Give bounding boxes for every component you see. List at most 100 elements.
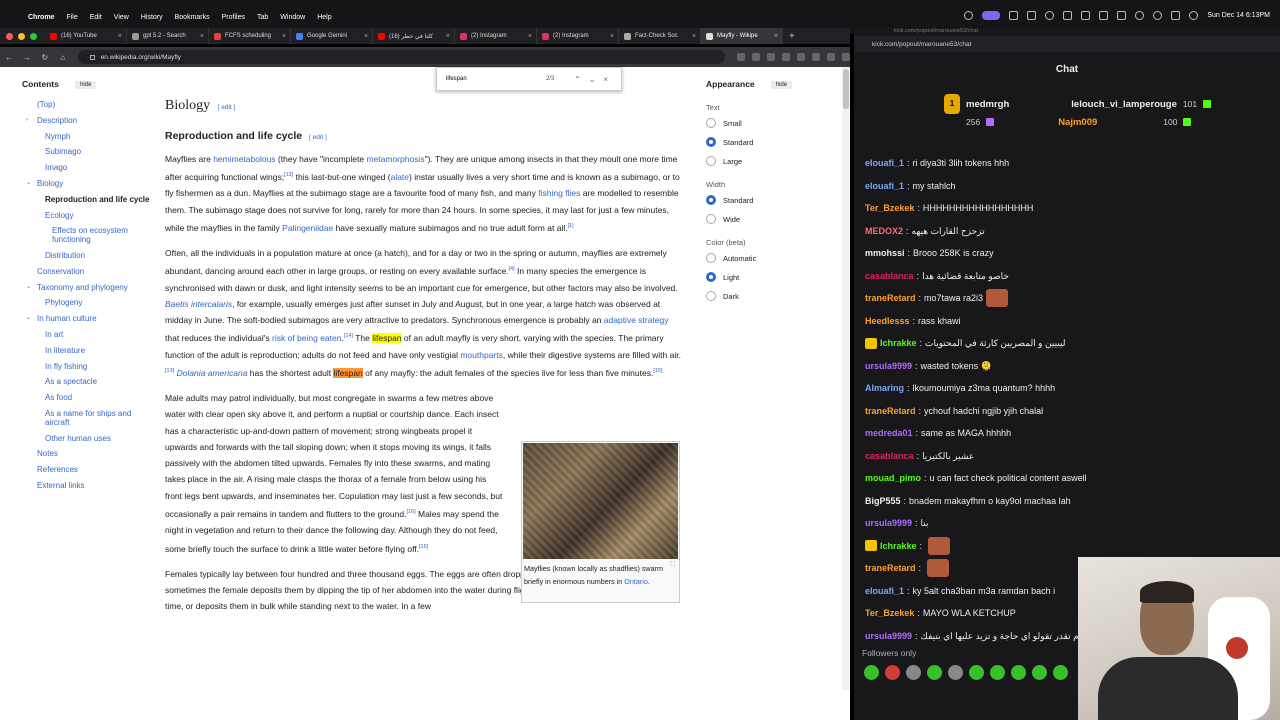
- radio-large[interactable]: Large: [706, 156, 836, 167]
- chat-username[interactable]: Ter_Bzekek: [865, 606, 914, 620]
- status-icon[interactable]: [1045, 11, 1055, 20]
- chat-username[interactable]: casablanca: [865, 449, 914, 463]
- toc-item[interactable]: As a spectacle: [22, 377, 152, 387]
- tab-close-icon[interactable]: ×: [692, 33, 696, 40]
- tab-close-icon[interactable]: ×: [282, 33, 286, 40]
- toc-item[interactable]: ⌄ Biology: [22, 179, 152, 189]
- home-icon[interactable]: ⌂: [54, 53, 72, 62]
- scroll-thumb[interactable]: [843, 69, 849, 109]
- toc-item[interactable]: In literature: [22, 346, 152, 356]
- wifi-icon[interactable]: [1135, 11, 1145, 20]
- menu-bookmarks[interactable]: Bookmarks: [175, 14, 210, 21]
- radio-icon[interactable]: [706, 137, 716, 148]
- emote-icon[interactable]: [1011, 665, 1026, 680]
- status-icon[interactable]: [1099, 11, 1109, 20]
- toc-item[interactable]: Conservation: [22, 267, 152, 277]
- extension-icon[interactable]: [781, 53, 790, 61]
- radio-small[interactable]: Small: [706, 118, 836, 129]
- new-tab-button[interactable]: +: [789, 31, 795, 42]
- toc-item[interactable]: (Top): [22, 100, 152, 110]
- browser-tab[interactable]: (2) Instagram ×: [537, 28, 619, 44]
- search-icon[interactable]: [1153, 11, 1163, 20]
- chat-username[interactable]: elouafi_1: [865, 156, 904, 170]
- tab-close-icon[interactable]: ×: [528, 33, 532, 40]
- browser-tab[interactable]: (16) YouTube ×: [45, 28, 127, 44]
- find-next-icon[interactable]: ⌄: [589, 75, 596, 84]
- browser-tab[interactable]: Google Gemini ×: [291, 28, 373, 44]
- emote-icon[interactable]: [864, 665, 879, 680]
- radio-icon[interactable]: [706, 156, 716, 167]
- chat-message[interactable]: Almaring: lkoumoumiya z3ma quantum? hhhh: [865, 377, 1275, 400]
- chevron-icon[interactable]: ⌄: [26, 284, 31, 291]
- reload-icon[interactable]: ↻: [36, 53, 54, 62]
- link[interactable]: mouthparts: [460, 350, 503, 360]
- link[interactable]: Ontario: [624, 577, 648, 586]
- chat-username[interactable]: MEDOX2: [865, 224, 903, 238]
- toc-item[interactable]: As a name for ships and aircraft: [22, 409, 152, 428]
- find-input[interactable]: lifespan: [446, 76, 546, 82]
- toc-item[interactable]: Notes: [22, 449, 152, 459]
- status-icon[interactable]: [1009, 11, 1019, 20]
- edit-label[interactable]: edit: [221, 104, 231, 111]
- radio-icon[interactable]: [706, 118, 716, 129]
- chat-message[interactable]: casablanca: خاصو متابعة قضائية هدا: [865, 265, 1275, 288]
- radio-color-light[interactable]: Light: [706, 272, 836, 283]
- tab-close-icon[interactable]: ×: [118, 33, 122, 40]
- chat-username[interactable]: casablanca: [865, 269, 914, 283]
- radio-icon[interactable]: [706, 272, 716, 283]
- menu-edit[interactable]: Edit: [90, 14, 102, 21]
- menu-history[interactable]: History: [141, 14, 163, 21]
- radio-icon[interactable]: [706, 253, 716, 264]
- tab-close-icon[interactable]: ×: [774, 33, 778, 40]
- radio-icon[interactable]: [706, 195, 716, 206]
- chevron-icon[interactable]: ›: [26, 117, 28, 124]
- chat-username[interactable]: medreda01: [865, 426, 913, 440]
- chat-message[interactable]: Ichrakke: ليبيين و المصريين كارثة في المح…: [865, 332, 1275, 355]
- radio-standard[interactable]: Standard: [706, 137, 836, 148]
- chat-message[interactable]: Ichrakke:: [865, 535, 1275, 558]
- emote-icon[interactable]: [969, 665, 984, 680]
- link[interactable]: risk of being eaten: [272, 333, 341, 343]
- chat-message[interactable]: ursula9999: wasted tokens 🫠: [865, 355, 1275, 378]
- forward-icon[interactable]: →: [18, 53, 36, 62]
- browser-tab[interactable]: FCFS scheduling ×: [209, 28, 291, 44]
- chat-message[interactable]: ursula9999: بنا: [865, 512, 1275, 535]
- menu-file[interactable]: File: [66, 14, 77, 21]
- toc-item[interactable]: External links: [22, 481, 152, 491]
- link[interactable]: alate: [391, 172, 409, 182]
- chat-address-bar[interactable]: kick.com/popout/marouane53/chat: [854, 36, 1280, 52]
- leader-name[interactable]: medmrgh: [966, 99, 1009, 110]
- chat-username[interactable]: ursula9999: [865, 359, 912, 373]
- zoom-window-button[interactable]: [30, 32, 37, 40]
- tab-close-icon[interactable]: ×: [610, 33, 614, 40]
- chat-message[interactable]: medreda01: same as MAGA hhhhh: [865, 422, 1275, 445]
- citation[interactable]: [13]: [165, 368, 174, 374]
- emote-icon[interactable]: [927, 665, 942, 680]
- extension-icon[interactable]: [811, 53, 820, 61]
- page-scrollbar[interactable]: [842, 67, 850, 690]
- close-window-button[interactable]: [6, 32, 13, 40]
- tab-close-icon[interactable]: ×: [446, 33, 450, 40]
- edit-label[interactable]: edit: [313, 134, 323, 141]
- toc-item[interactable]: In fly fishing: [22, 362, 152, 372]
- chat-username[interactable]: BigP555: [865, 494, 901, 508]
- chat-username[interactable]: ursula9999: [865, 516, 912, 530]
- extension-icon[interactable]: [736, 53, 745, 61]
- toc-item[interactable]: References: [22, 465, 152, 475]
- chat-message[interactable]: mmohssi: Brooo 258K is crazy: [865, 242, 1275, 265]
- browser-tab[interactable]: gpt 5.2 - Search ×: [127, 28, 209, 44]
- chat-username[interactable]: Ichrakke: [880, 336, 917, 350]
- toc-item[interactable]: ⌄ Taxonomy and phylogeny: [22, 283, 152, 293]
- link[interactable]: hemimetabolous: [213, 154, 275, 164]
- recording-icon[interactable]: [982, 11, 1001, 20]
- chat-message[interactable]: Ter_Bzekek: HHHHHHHHHHHHHHHHH: [865, 197, 1275, 220]
- extension-icon[interactable]: [751, 53, 760, 61]
- toc-item[interactable]: Distribution: [22, 251, 152, 261]
- toc-item[interactable]: ⌄ In human culture: [22, 314, 152, 324]
- toc-item[interactable]: Nymph: [22, 132, 152, 142]
- emote-icon[interactable]: [906, 665, 921, 680]
- user-icon[interactable]: [1189, 11, 1199, 20]
- minimize-window-button[interactable]: [18, 32, 25, 40]
- chat-message[interactable]: traneRetard: ychouf hadchi ngjib yjih cha…: [865, 400, 1275, 423]
- citation[interactable]: [13]: [284, 172, 293, 178]
